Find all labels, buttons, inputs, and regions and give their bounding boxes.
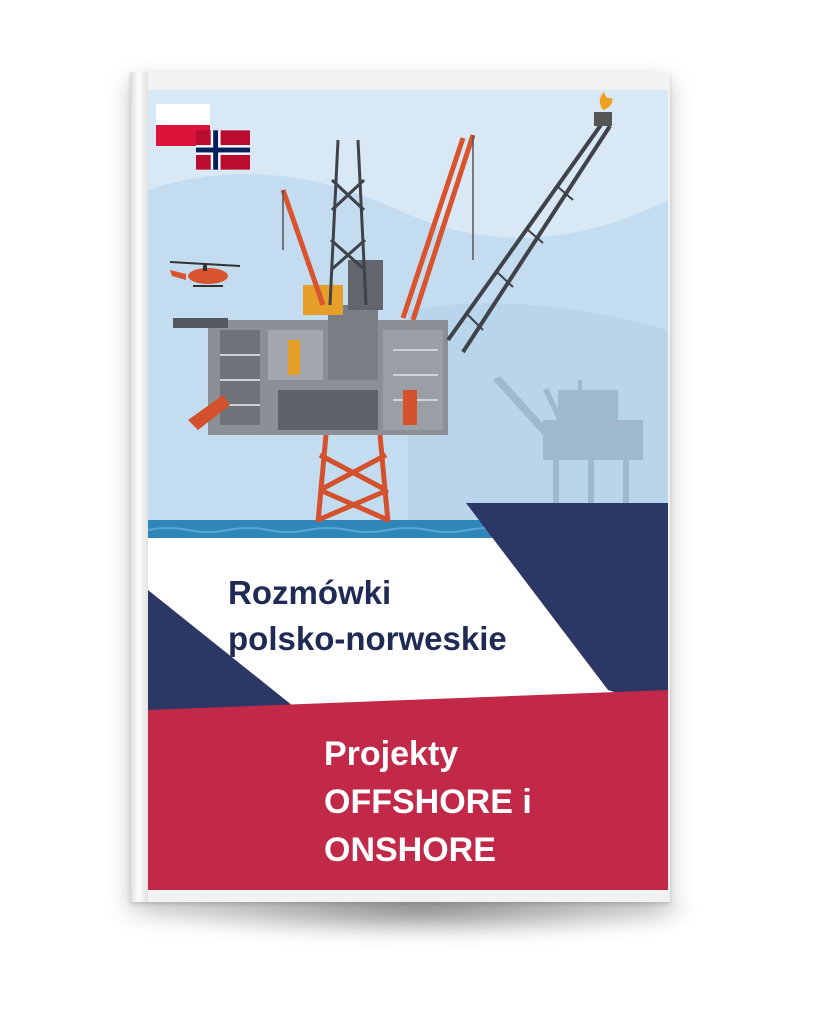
cover-title: Rozmówki polsko-norweskie	[228, 570, 507, 662]
book-cover: Rozmówki polsko-norweskie Projekty OFFSH…	[148, 90, 668, 890]
cover-title-line: Rozmówki	[228, 574, 392, 611]
cover-subtitle: Projekty OFFSHORE i ONSHORE	[324, 730, 532, 874]
cover-subtitle-line: OFFSHORE i	[324, 783, 532, 821]
cover-title-line: polsko-norweskie	[228, 620, 507, 657]
cover-subtitle-line: Projekty	[324, 735, 459, 773]
book-spine	[130, 72, 148, 902]
cover-subtitle-line: ONSHORE	[324, 831, 496, 869]
norway-flag	[196, 130, 250, 170]
